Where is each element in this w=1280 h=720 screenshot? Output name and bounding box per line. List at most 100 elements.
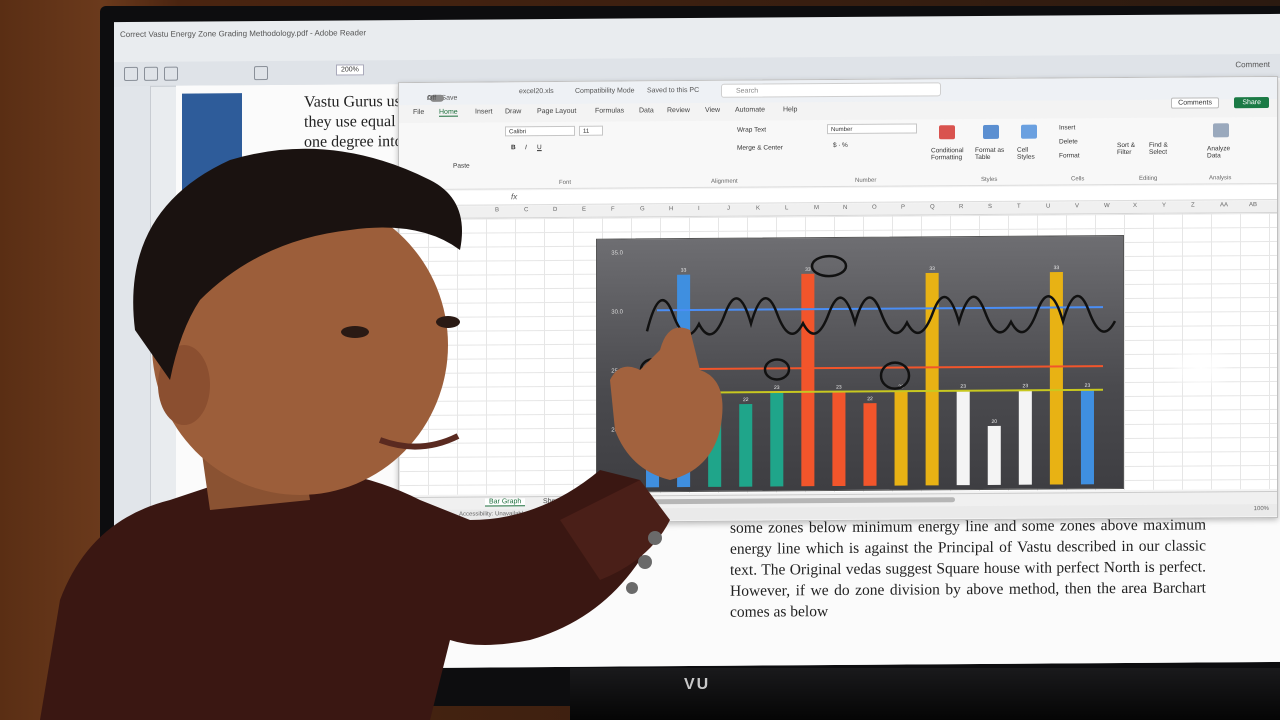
wrap-text-button[interactable]: Wrap Text	[737, 127, 766, 134]
home-icon[interactable]	[124, 66, 138, 82]
bar	[677, 274, 691, 488]
sheet-tab-sheet1[interactable]: Sheet1	[539, 498, 569, 505]
pdf-sidebar	[114, 85, 151, 671]
page-number-field[interactable]	[254, 65, 268, 81]
alignment-group-label: Alignment	[711, 178, 738, 185]
bar-value-label: 33	[1054, 265, 1060, 271]
bar	[863, 403, 877, 486]
column-header[interactable]: O	[872, 205, 877, 211]
comment-button[interactable]: Comment	[1235, 60, 1270, 69]
column-header[interactable]: U	[1046, 204, 1050, 210]
column-header[interactable]: L	[785, 205, 788, 211]
format-as-table-button[interactable]: Format as Table	[975, 147, 1013, 161]
search-input[interactable]: Search	[721, 82, 941, 98]
insert-cells-button[interactable]: Insert	[1059, 124, 1075, 131]
tab-draw[interactable]: Draw	[505, 108, 521, 115]
zoom-level[interactable]: 100%	[1254, 506, 1269, 512]
number-format-select[interactable]: Number	[827, 123, 917, 135]
tab-data[interactable]: Data	[639, 107, 654, 114]
format-cells-button[interactable]: Format	[1059, 152, 1080, 159]
column-header[interactable]: J	[727, 206, 730, 212]
column-header[interactable]: G	[640, 206, 645, 212]
light-reflection	[1168, 344, 1234, 392]
font-group-label: Font	[559, 179, 572, 186]
annotation-wave	[645, 294, 1117, 336]
paste-button[interactable]: Paste	[453, 163, 470, 170]
underline-button[interactable]: U	[537, 144, 542, 151]
styles-group-label: Styles	[981, 176, 998, 184]
bar	[708, 392, 722, 487]
cells-group-label: Cells	[1071, 176, 1085, 183]
bar	[956, 390, 970, 486]
column-header[interactable]: N	[843, 205, 847, 211]
sort-filter-button[interactable]: Sort & Filter	[1117, 142, 1143, 156]
column-header[interactable]: W	[1104, 203, 1110, 209]
analyze-data-button[interactable]: Analyze Data	[1207, 145, 1237, 159]
tab-insert[interactable]: Insert	[475, 108, 493, 115]
column-header[interactable]: R	[959, 204, 963, 210]
editing-group-label: Editing	[1139, 175, 1158, 182]
conditional-formatting-button[interactable]: Conditional Formatting	[931, 147, 971, 161]
analyze-data-icon[interactable]	[1213, 123, 1229, 138]
find-select-button[interactable]: Find & Select	[1149, 142, 1177, 156]
column-header[interactable]: M	[814, 205, 819, 211]
bar-chart[interactable]: 35.0 30.0 25.0 20.0 20 33 23 22 23 33 23 22 23 33 23 20…	[596, 235, 1124, 493]
bar	[832, 391, 846, 487]
delete-cells-button[interactable]: Delete	[1059, 138, 1078, 145]
y-tick-label: 20.0	[611, 428, 623, 434]
print-icon[interactable]	[164, 66, 178, 81]
cell-styles-button[interactable]: Cell Styles	[1017, 147, 1047, 161]
column-header[interactable]: P	[901, 205, 905, 211]
conditional-format-icon[interactable]	[939, 125, 955, 140]
column-header[interactable]: Q	[930, 204, 935, 210]
bar-value-label: 23	[774, 385, 780, 391]
zoom-select[interactable]: 200%	[336, 64, 364, 76]
bar-value-label: 23	[1085, 383, 1091, 389]
tab-review[interactable]: Review	[667, 107, 690, 114]
bar	[1018, 390, 1032, 485]
column-header[interactable]: I	[698, 206, 700, 212]
tab-automate[interactable]: Automate	[735, 107, 765, 114]
cell-styles-icon[interactable]	[1021, 124, 1037, 139]
compat-mode: Compatibility Mode	[575, 87, 635, 95]
column-header[interactable]: F	[611, 207, 615, 213]
reference-line	[657, 388, 1103, 394]
column-header[interactable]: Z	[1191, 203, 1195, 209]
column-header[interactable]: H	[669, 206, 673, 212]
bar-value-label: 33	[929, 266, 935, 272]
column-header[interactable]: AA	[1220, 202, 1228, 208]
italic-button[interactable]: I	[525, 144, 527, 151]
column-header[interactable]: V	[1075, 203, 1079, 209]
format-table-icon[interactable]	[983, 124, 999, 140]
share-button[interactable]: Share	[1234, 97, 1269, 109]
bar-value-label: 22	[743, 397, 749, 403]
column-header[interactable]: AB	[1249, 202, 1257, 208]
tab-formulas[interactable]: Formulas	[595, 108, 624, 115]
tab-help[interactable]: Help	[783, 106, 797, 113]
column-header[interactable]: S	[988, 204, 992, 210]
y-tick-label: 30.0	[611, 310, 623, 316]
column-header[interactable]: X	[1133, 203, 1137, 209]
tab-page-layout[interactable]: Page Layout	[537, 108, 576, 115]
tab-home[interactable]: Home	[439, 108, 458, 117]
bar-value-label: 33	[805, 267, 811, 273]
bold-button[interactable]: B	[511, 144, 516, 151]
column-header[interactable]: T	[1017, 204, 1021, 210]
tab-view[interactable]: View	[705, 107, 720, 114]
tab-file[interactable]: File	[413, 109, 424, 116]
column-header[interactable]: Y	[1162, 203, 1166, 209]
column-header[interactable]: E	[582, 207, 586, 213]
bar	[894, 391, 908, 486]
font-name-select[interactable]: Calibri	[505, 125, 575, 137]
column-header[interactable]: B	[495, 207, 499, 213]
merge-center-button[interactable]: Merge & Center	[737, 144, 783, 151]
column-header[interactable]: D	[553, 207, 557, 213]
column-header[interactable]: K	[756, 206, 760, 212]
sheet-tab-bar-graph[interactable]: Bar Graph	[485, 498, 526, 507]
comments-button[interactable]: Comments	[1171, 97, 1219, 109]
font-size-select[interactable]: 11	[579, 125, 603, 136]
currency-button[interactable]: $ ∙ %	[833, 142, 848, 149]
save-icon[interactable]	[144, 66, 158, 81]
bar-value-label: 23	[836, 385, 842, 391]
column-header[interactable]: C	[524, 207, 528, 213]
